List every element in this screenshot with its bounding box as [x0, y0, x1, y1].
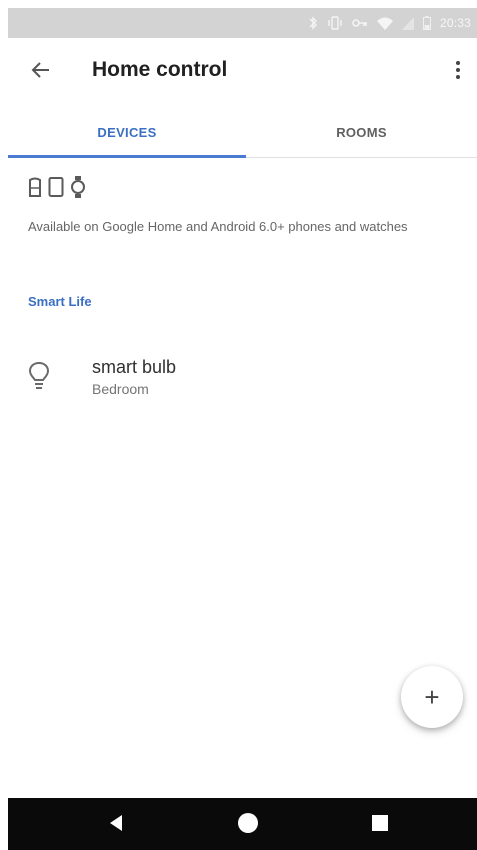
tab-devices[interactable]: DEVICES — [8, 106, 246, 158]
device-name: smart bulb — [92, 357, 177, 377]
screen: 20:33 Home control DEVICES ROOMS Availab… — [0, 0, 477, 850]
section-title-smart-life: Smart Life — [28, 294, 92, 309]
status-bar: 20:33 — [8, 8, 477, 38]
device-room: Bedroom — [92, 381, 149, 397]
more-options-button[interactable] — [448, 58, 468, 86]
vibrate-icon — [327, 16, 343, 30]
nav-back-button[interactable] — [101, 810, 131, 840]
availability-text: Available on Google Home and Android 6.0… — [28, 219, 408, 234]
nav-home-button[interactable] — [233, 810, 263, 840]
back-button[interactable] — [26, 58, 56, 86]
device-list-item[interactable]: smart bulb Bedroom — [8, 345, 477, 409]
app-bar: Home control — [0, 40, 477, 104]
wifi-icon — [376, 17, 393, 30]
bluetooth-icon — [308, 16, 318, 30]
nav-home-icon — [236, 811, 260, 840]
nav-back-icon — [108, 814, 124, 837]
supported-devices-icons — [28, 175, 86, 203]
watch-icon — [70, 175, 86, 203]
more-vert-icon — [455, 60, 461, 85]
nav-recents-icon — [371, 814, 389, 837]
phone-icon — [48, 176, 64, 202]
system-nav-bar — [8, 798, 477, 850]
status-time: 20:33 — [439, 16, 471, 30]
add-device-button[interactable]: + — [401, 666, 463, 728]
vpn-key-icon — [352, 17, 368, 29]
arrow-left-icon — [31, 61, 51, 84]
google-home-icon — [28, 177, 42, 202]
signal-icon — [401, 16, 414, 30]
lightbulb-icon — [28, 361, 50, 391]
tab-rooms[interactable]: ROOMS — [246, 106, 477, 158]
active-tab-indicator — [8, 155, 246, 158]
nav-recents-button[interactable] — [365, 810, 395, 840]
battery-icon — [422, 16, 431, 30]
tab-bar: DEVICES ROOMS — [8, 106, 477, 158]
page-title: Home control — [92, 58, 228, 81]
